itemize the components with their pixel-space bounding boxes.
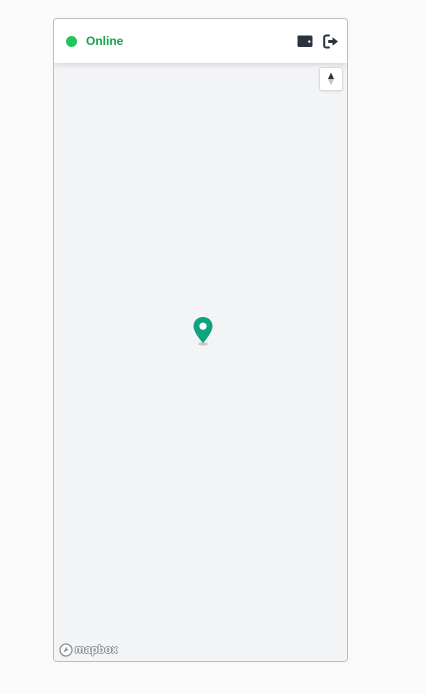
compass-north-icon — [328, 72, 334, 86]
logout-button[interactable] — [323, 33, 339, 49]
mapbox-logo-icon — [59, 643, 73, 657]
wallet-icon — [297, 35, 313, 47]
compass-button[interactable] — [319, 67, 343, 91]
status-dot-icon — [66, 35, 77, 47]
map-pin-icon[interactable] — [192, 316, 214, 346]
top-actions — [297, 19, 339, 63]
map-canvas[interactable]: mapbox — [54, 63, 347, 661]
map-attribution[interactable]: mapbox — [59, 643, 118, 657]
sign-out-icon — [323, 34, 338, 48]
attribution-text: mapbox — [75, 644, 118, 656]
status-indicator: Online — [66, 19, 123, 63]
wallet-button[interactable] — [297, 33, 313, 49]
top-bar: Online — [54, 19, 347, 63]
app-frame: Online mapbox — [53, 18, 348, 662]
status-label: Online — [86, 34, 124, 48]
